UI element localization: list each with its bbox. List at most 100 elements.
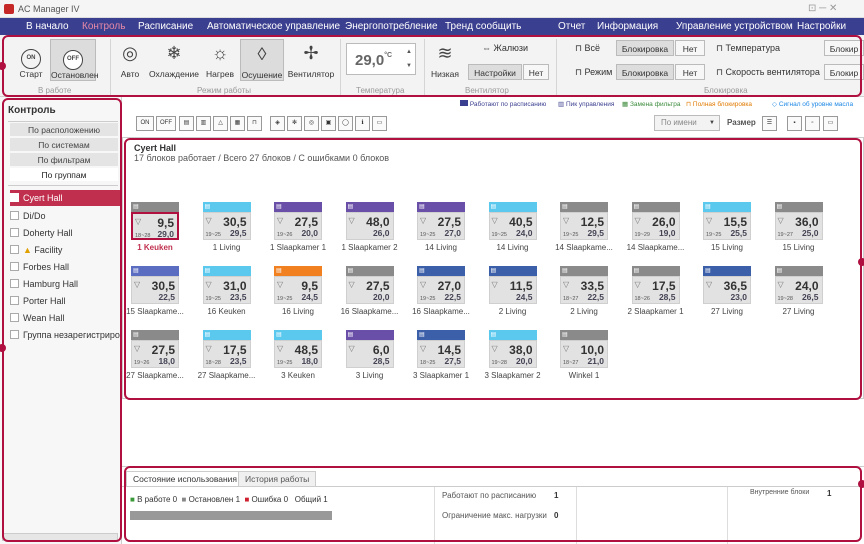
medium-view-icon[interactable]: ▫ <box>805 116 820 131</box>
menu-control[interactable]: Контроль <box>82 21 125 32</box>
sort-select[interactable]: По имени ▼ <box>654 115 720 131</box>
fan-speed-button[interactable]: ≋ Низкая <box>428 42 462 79</box>
settings-icon[interactable]: ✻ <box>287 116 302 131</box>
unit-card[interactable]: ▤ ▽ 12,5 19~25 29,5 14 Slaapkame... <box>555 202 613 254</box>
site-item-forbes-hall[interactable]: Forbes Hall <box>10 259 120 275</box>
info-icon[interactable]: ℹ <box>355 116 370 131</box>
site-item-cyert-hall[interactable]: Cyert Hall <box>10 190 120 206</box>
lock-mode-no-button[interactable]: Нет <box>675 64 705 80</box>
menu-info[interactable]: Информация <box>597 21 658 32</box>
menu-settings[interactable]: Настройки <box>797 21 846 32</box>
horizontal-scrollbar[interactable] <box>2 533 118 541</box>
lock-icon[interactable]: ⊓ <box>247 116 262 131</box>
warning-icon[interactable]: △ <box>213 116 228 131</box>
site-item-facility[interactable]: ▲ Facility <box>10 242 120 258</box>
tab-by-location[interactable]: По расположению <box>10 123 118 137</box>
checkbox[interactable] <box>10 262 19 271</box>
unit-card[interactable]: ▤ ▽ 17,5 18~28 23,5 27 Slaapkame... <box>198 330 255 382</box>
peak-icon[interactable]: ▥ <box>196 116 211 131</box>
unit-card[interactable]: ▤ ▽ 26,0 19~29 19,0 14 Slaapkame... <box>627 202 684 254</box>
checkbox[interactable] <box>10 313 19 322</box>
small-view-icon[interactable]: ▪ <box>787 116 802 131</box>
site-item-di-do[interactable]: Di/Do <box>10 208 120 224</box>
mode-heat-button[interactable]: ☼ Нагрев <box>204 42 236 79</box>
louver-label[interactable]: ⇔ Жалюзи <box>482 43 528 53</box>
unit-card[interactable]: ▤ ▽ 30,5 19~25 29,5 1 Living <box>202 202 251 254</box>
decrease-arrow-icon[interactable]: ▼ <box>406 63 412 69</box>
unit-card[interactable]: ▤ ▽ 27,5 19~26 18,0 27 Slaapkame... <box>126 330 184 382</box>
id-icon[interactable]: ▭ <box>372 116 387 131</box>
mode-cool-button[interactable]: ❄ Охлаждение <box>148 42 200 79</box>
schedule-icon[interactable]: ▤ <box>179 116 194 131</box>
tab-by-system[interactable]: По системам <box>10 138 118 152</box>
fan-settings-button[interactable]: Настройки <box>468 64 522 80</box>
unit-card[interactable]: ▤ ▽ 17,5 18~26 28,5 2 Slaapkamer 1 <box>627 266 684 318</box>
off-button[interactable]: OFF <box>156 116 176 131</box>
unit-card[interactable]: ▤ ▽ 27,5 19~26 20,0 1 Slaapkamer 1 <box>270 202 326 254</box>
tab-by-group[interactable]: По группам <box>10 168 118 182</box>
unit-card[interactable]: ▤ ▽ 36,0 19~27 25,0 15 Living <box>774 202 823 254</box>
checkbox[interactable] <box>10 193 19 202</box>
checkbox[interactable] <box>10 245 19 254</box>
fan-no-button[interactable]: Нет <box>523 64 549 80</box>
unit-card[interactable]: ▤ ▽ 9,5 19~25 24,5 16 Living <box>274 266 322 318</box>
unit-card[interactable]: ▤ ▽ 27,5 19~25 27,0 14 Living <box>417 202 465 254</box>
unit-card[interactable]: ▤ ▽ 36,5 23,0 27 Living <box>703 266 751 318</box>
stop-button[interactable]: OFF Остановлен <box>50 39 99 81</box>
checkbox[interactable] <box>10 279 19 288</box>
unit-card[interactable]: ▤ ▽ 11,5 24,5 2 Living <box>488 266 537 318</box>
menu-schedule[interactable]: Расписание <box>138 21 193 32</box>
mode-auto-button[interactable]: ◎ Авто <box>114 42 146 79</box>
increase-arrow-icon[interactable]: ▲ <box>406 49 412 55</box>
tab-usage-status[interactable]: Состояние использования <box>126 471 245 486</box>
temperature-stepper[interactable]: 29,0°C ▲ ▼ <box>346 43 416 75</box>
unit-card[interactable]: ▤ ▽ 30,5 22,5 15 Slaapkame... <box>126 266 184 318</box>
unit-card[interactable]: ▤ ▽ 14,5 18~25 27,5 3 Slaapkamer 1 <box>413 330 469 382</box>
menu-auto-control[interactable]: Автоматическое управление <box>207 21 340 32</box>
lock-fan-speed-button[interactable]: Блокир <box>824 64 864 80</box>
lock-all-lock-button[interactable]: Блокировка <box>616 40 674 56</box>
tab-work-history[interactable]: История работы <box>238 471 317 486</box>
unit-card[interactable]: ▤ ▽ 10,0 18~27 21,0 Winkel 1 <box>560 330 608 382</box>
zone-icon[interactable]: ◯ <box>338 116 353 131</box>
checkbox[interactable] <box>10 296 19 305</box>
lock-mode-lock-button[interactable]: Блокировка <box>616 64 674 80</box>
checkbox[interactable] <box>10 228 19 237</box>
checkbox[interactable] <box>10 211 19 220</box>
start-button[interactable]: ON Старт <box>14 42 48 79</box>
site-item-doherty-hall[interactable]: Doherty Hall <box>10 225 120 241</box>
unit-card[interactable]: ▤ ▽ 24,0 19~28 26,5 27 Living <box>774 266 823 318</box>
menu-energy[interactable]: Энергопотребление <box>345 21 438 32</box>
unit-card[interactable]: ▤ ▽ 6,0 28,5 3 Living <box>345 330 394 382</box>
unit-card[interactable]: ▤ ▽ 38,0 19~28 20,0 3 Slaapkamer 2 <box>484 330 541 382</box>
unit-card[interactable]: ▤ ▽ 48,5 19~25 18,0 3 Keuken <box>274 330 322 382</box>
unit-card[interactable]: ▤ ▽ 31,0 19~25 23,5 16 Keuken <box>202 266 251 318</box>
config-icon[interactable]: ◎ <box>304 116 319 131</box>
unit-card[interactable]: ▤ ▽ 27,0 19~25 22,5 16 Slaapkame... <box>412 266 470 318</box>
lock-all-no-button[interactable]: Нет <box>675 40 705 56</box>
mode-dry-button[interactable]: ◊ Осушение <box>240 39 284 81</box>
unit-card[interactable]: ▤ ▽ 33,5 18~27 22,5 2 Living <box>560 266 608 318</box>
site-item-porter-hall[interactable]: Porter Hall <box>10 293 120 309</box>
unit-card[interactable]: ▤ ▽ 48,0 26,0 1 Slaapkamer 2 <box>341 202 398 254</box>
large-view-icon[interactable]: ▭ <box>823 116 838 131</box>
menu-device-mgmt[interactable]: Управление устройством <box>676 21 793 32</box>
unit-card[interactable]: ▤ ▽ 9,5 18~28 29,0 1 Keuken <box>131 202 179 254</box>
on-button[interactable]: ON <box>136 116 154 131</box>
menu-report[interactable]: Отчет <box>558 21 585 32</box>
unit-card[interactable]: ▤ ▽ 40,5 19~25 24,0 14 Living <box>488 202 537 254</box>
site-item-hamburg-hall[interactable]: Hamburg Hall <box>10 276 120 292</box>
site-item-wean-hall[interactable]: Wean Hall <box>10 310 120 326</box>
view-icon[interactable]: ◈ <box>270 116 285 131</box>
filter-icon[interactable]: ▦ <box>230 116 245 131</box>
checkbox[interactable] <box>10 330 19 339</box>
mode-fan-button[interactable]: ✢ Вентилятор <box>286 42 336 79</box>
menu-trend[interactable]: Тренд сообщить <box>445 21 521 32</box>
site-item-unregistered[interactable]: Группа незарегистрированных <box>10 327 120 343</box>
unit-card[interactable]: ▤ ▽ 27,5 20,0 16 Slaapkame... <box>341 266 398 318</box>
menu-home[interactable]: В начало <box>26 21 69 32</box>
list-view-icon[interactable]: ☰ <box>762 116 777 131</box>
lock-temp-button[interactable]: Блокир <box>824 40 864 56</box>
window-controls[interactable]: ⊡ ─ ✕ <box>808 3 837 14</box>
display-icon[interactable]: ▣ <box>321 116 336 131</box>
